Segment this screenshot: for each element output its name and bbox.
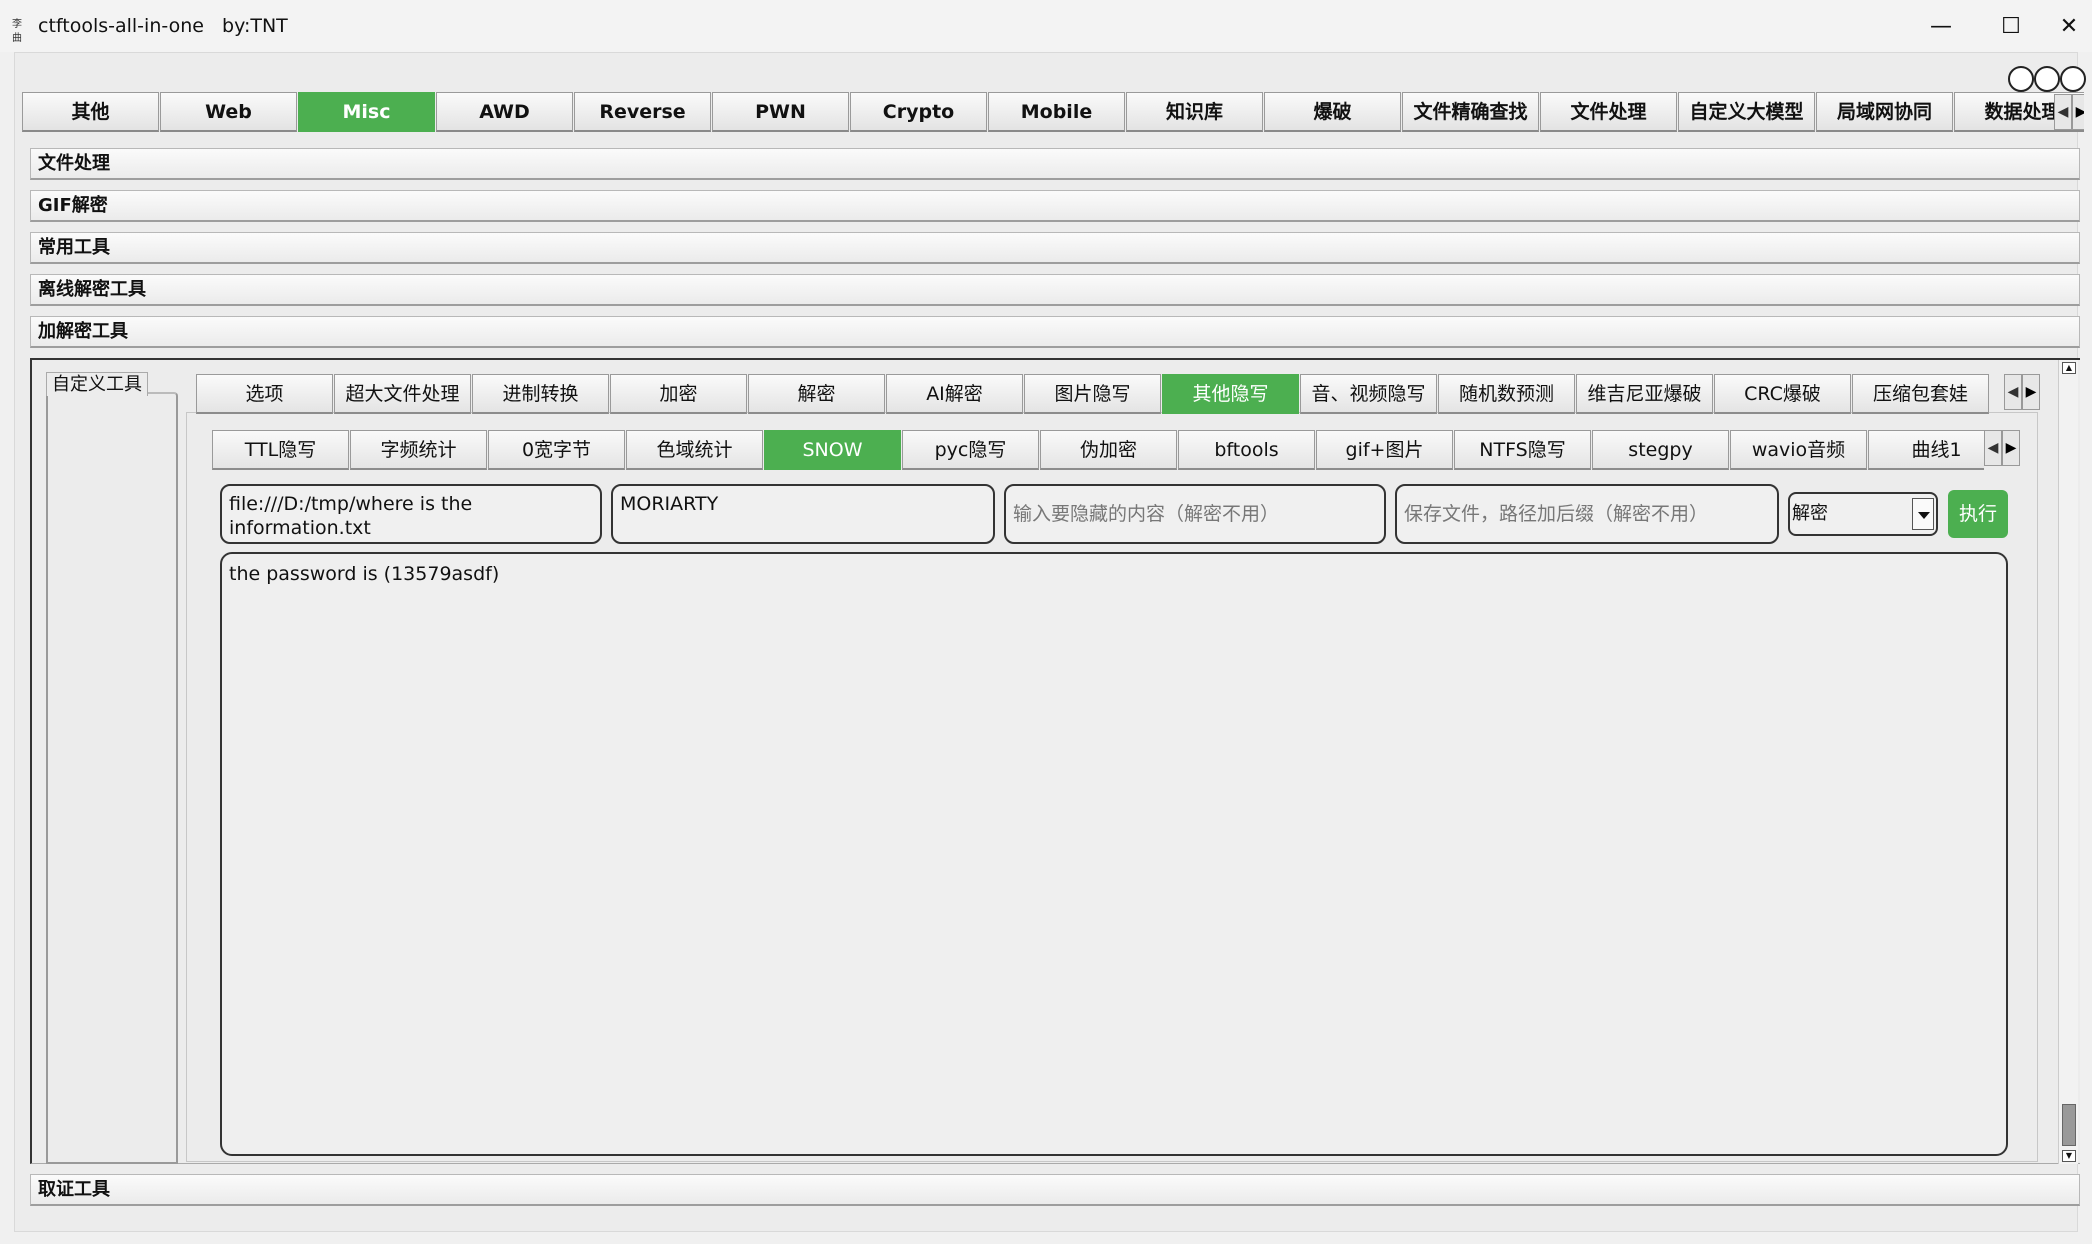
steg-tab[interactable]: TTL隐写 (212, 430, 349, 470)
section-file-processing[interactable]: 文件处理 (30, 148, 2080, 180)
section-forensics[interactable]: 取证工具 (30, 1174, 2080, 1206)
steg-tab-scroller: ◀ ▶ (1984, 430, 2020, 466)
steg-tab[interactable]: wavio音频 (1730, 430, 1867, 470)
scroll-right-icon[interactable]: ▶ (2022, 374, 2040, 410)
output-textarea[interactable]: the password is (13579asdf) (220, 552, 2008, 1156)
sub-tab[interactable]: 压缩包套娃 (1852, 374, 1989, 414)
steg-tab[interactable]: 0宽字节 (488, 430, 625, 470)
mode-select-value: 解密 (1792, 503, 1828, 524)
main-tab-active[interactable]: Misc (298, 92, 435, 132)
main-tab[interactable]: Web (160, 92, 297, 132)
title-bar: 李曲 ctftools-all-in-one by:TNT — ☐ ✕ (0, 0, 2092, 52)
steg-tab-bar: TTL隐写 字频统计 0宽字节 色域统计 SNOW pyc隐写 伪加密 bfto… (212, 430, 1984, 470)
circle-icon[interactable] (2060, 66, 2086, 92)
tab-custom-tools[interactable]: 自定义工具 (46, 372, 148, 396)
main-tab[interactable]: Mobile (988, 92, 1125, 132)
close-button[interactable]: ✕ (2046, 0, 2092, 52)
hide-content-input[interactable] (1004, 484, 1386, 544)
sub-tab[interactable]: 超大文件处理 (334, 374, 471, 414)
password-input[interactable]: MORIARTY (611, 484, 995, 544)
main-tab[interactable]: 局域网协同 (1816, 92, 1953, 132)
steg-tab[interactable]: NTFS隐写 (1454, 430, 1591, 470)
scroll-right-icon[interactable]: ▶ (2002, 430, 2020, 466)
steg-tab[interactable]: gif+图片 (1316, 430, 1453, 470)
main-tab[interactable]: 自定义大模型 (1678, 92, 1815, 132)
sub-tab[interactable]: AI解密 (886, 374, 1023, 414)
scroll-left-icon[interactable]: ◀ (2004, 374, 2022, 410)
sub-tab[interactable]: 进制转换 (472, 374, 609, 414)
sub-tab[interactable]: 随机数预测 (1438, 374, 1575, 414)
sub-tab-bar: 选项 超大文件处理 进制转换 加密 解密 AI解密 图片隐写 其他隐写 音、视频… (196, 374, 2002, 414)
main-tab[interactable]: 爆破 (1264, 92, 1401, 132)
steg-tab[interactable]: bftools (1178, 430, 1315, 470)
section-gif-decrypt[interactable]: GIF解密 (30, 190, 2080, 222)
mode-select[interactable]: 解密 (1788, 492, 1938, 536)
app-icon: 李曲 (12, 19, 22, 44)
save-path-input[interactable] (1395, 484, 1779, 544)
steg-tab[interactable]: 色域统计 (626, 430, 763, 470)
scroll-right-icon[interactable]: ▶ (2072, 94, 2084, 130)
main-tab[interactable]: Crypto (850, 92, 987, 132)
scroll-left-icon[interactable]: ◀ (1984, 430, 2002, 466)
circle-icon[interactable] (2008, 66, 2034, 92)
main-tab[interactable]: 知识库 (1126, 92, 1263, 132)
section-offline-decrypt[interactable]: 离线解密工具 (30, 274, 2080, 306)
main-tab[interactable]: 其他 (22, 92, 159, 132)
execute-button[interactable]: 执行 (1948, 490, 2008, 538)
sub-tab[interactable]: 维吉尼亚爆破 (1576, 374, 1713, 414)
steg-tab[interactable]: 字频统计 (350, 430, 487, 470)
scroll-left-icon[interactable]: ◀ (2054, 94, 2072, 130)
steg-tab[interactable]: 曲线1 (1868, 430, 1984, 470)
section-common-tools[interactable]: 常用工具 (30, 232, 2080, 264)
scrollbar-thumb[interactable] (2062, 1104, 2076, 1146)
maximize-button[interactable]: ☐ (1976, 0, 2046, 52)
main-tab[interactable]: PWN (712, 92, 849, 132)
circle-icon[interactable] (2034, 66, 2060, 92)
sub-tab-scroller: ◀ ▶ (2004, 374, 2040, 410)
steg-tab[interactable]: 伪加密 (1040, 430, 1177, 470)
sub-tab-active[interactable]: 其他隐写 (1162, 374, 1299, 414)
scroll-up-icon[interactable]: ▲ (2062, 362, 2076, 374)
minimize-button[interactable]: — (1906, 0, 1976, 52)
window-title: ctftools-all-in-one by:TNT (38, 15, 288, 37)
vertical-scrollbar[interactable] (2058, 360, 2078, 1164)
sub-tab[interactable]: 选项 (196, 374, 333, 414)
main-tab-bar: 其他 Web Misc AWD Reverse PWN Crypto Mobil… (22, 92, 2084, 132)
sub-tab[interactable]: CRC爆破 (1714, 374, 1851, 414)
sub-tab[interactable]: 解密 (748, 374, 885, 414)
section-encrypt-decrypt[interactable]: 加解密工具 (30, 316, 2080, 348)
chevron-down-icon[interactable] (1912, 498, 1934, 530)
steg-tab[interactable]: stegpy (1592, 430, 1729, 470)
sub-tab[interactable]: 加密 (610, 374, 747, 414)
main-tab[interactable]: 文件处理 (1540, 92, 1677, 132)
main-tab-scroller: ◀ ▶ (2054, 94, 2084, 130)
main-tab[interactable]: AWD (436, 92, 573, 132)
side-panel (46, 392, 178, 1164)
main-tab[interactable]: 文件精确查找 (1402, 92, 1539, 132)
sub-tab[interactable]: 图片隐写 (1024, 374, 1161, 414)
scroll-down-icon[interactable]: ▼ (2062, 1150, 2076, 1162)
steg-tab[interactable]: pyc隐写 (902, 430, 1039, 470)
steg-tab-active[interactable]: SNOW (764, 430, 901, 470)
main-tab[interactable]: Reverse (574, 92, 711, 132)
sub-tab[interactable]: 音、视频隐写 (1300, 374, 1437, 414)
file-path-input[interactable]: file:///D:/tmp/where is the information.… (220, 484, 602, 544)
